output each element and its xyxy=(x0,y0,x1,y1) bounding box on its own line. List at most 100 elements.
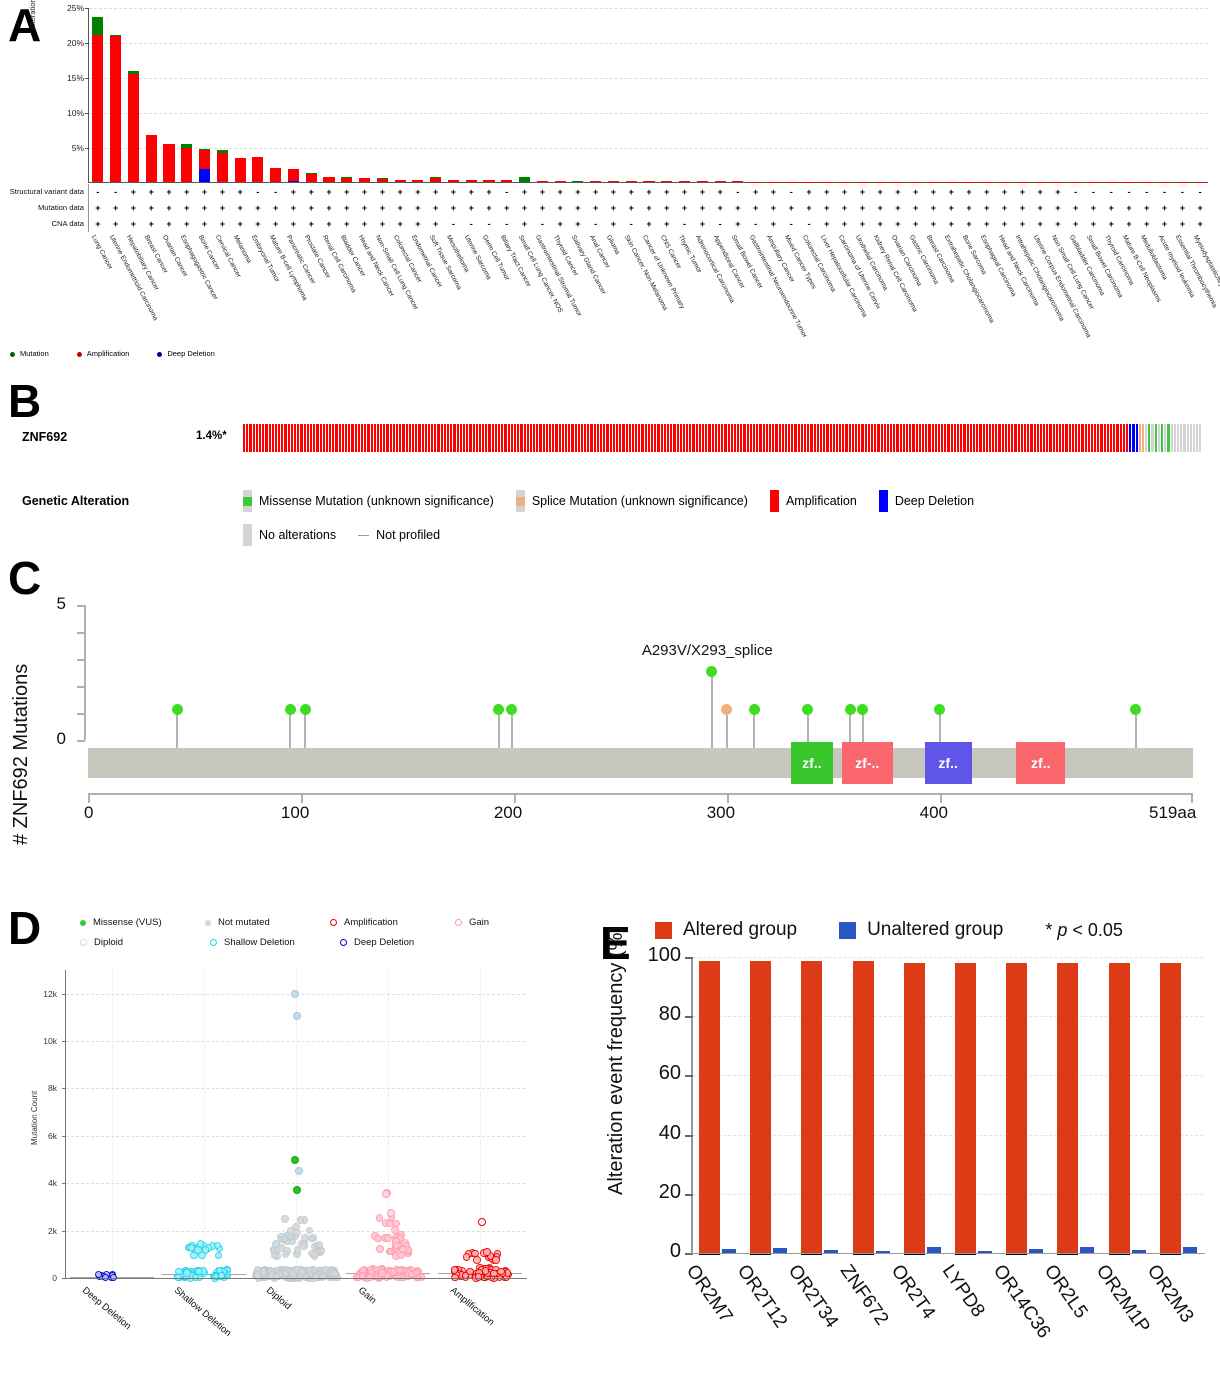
bar-segment-amplification xyxy=(394,180,406,182)
y-tick-label: 40 xyxy=(658,1121,681,1144)
table-row xyxy=(341,177,353,182)
bar-altered-group[interactable] xyxy=(1057,962,1079,1253)
bar-altered-group[interactable] xyxy=(801,961,823,1253)
oncoprint-sample-tick xyxy=(411,424,415,452)
protein-domain[interactable]: zf.. xyxy=(924,742,972,784)
bar-group xyxy=(795,957,846,1255)
y-tick-mark xyxy=(77,605,85,607)
availability-cell: + xyxy=(859,203,865,213)
bar-segment-amplification xyxy=(679,181,691,182)
table-row xyxy=(625,181,637,182)
bar-segment-amplification xyxy=(376,178,388,182)
bar-altered-group[interactable] xyxy=(903,962,925,1253)
bar-altered-group[interactable] xyxy=(1108,962,1130,1253)
scatter-point xyxy=(300,1242,308,1250)
oncoprint-sample-tick xyxy=(1145,424,1148,452)
legend-item: Gain xyxy=(455,917,580,928)
bar-altered-group[interactable] xyxy=(852,961,874,1253)
oncoprint-sample-tick xyxy=(1011,424,1014,452)
availability-cell: - xyxy=(754,219,758,229)
legend-label: Mutation xyxy=(20,349,49,358)
oncoprint-sample-tick xyxy=(1103,424,1106,452)
y-tick-mark xyxy=(62,1041,66,1043)
lollipop-head[interactable] xyxy=(1130,704,1141,715)
oncoprint-sample-tick xyxy=(552,424,555,452)
availability-cell: + xyxy=(521,203,528,213)
scatter-point xyxy=(393,1241,401,1250)
availability-cell: + xyxy=(770,187,777,197)
oncoprint-sample-tick xyxy=(1014,424,1017,452)
legend-label: Not mutated xyxy=(218,917,270,928)
x-axis-category-label: Salivary Gland Cancer xyxy=(569,234,607,296)
oncoprint-sample-tick xyxy=(915,424,918,452)
legend-label: No alterations xyxy=(259,528,337,542)
oncoprint-sample-tick xyxy=(482,424,485,452)
bar-segment-amplification xyxy=(234,158,246,182)
bar-altered-group[interactable] xyxy=(750,961,772,1253)
availability-cell: + xyxy=(1144,219,1150,229)
scatter-point-notable xyxy=(295,1167,303,1176)
oncoprint-sample-tick xyxy=(944,424,947,452)
y-tick-mark xyxy=(77,659,85,661)
oncoprint-sample-tick xyxy=(431,424,434,452)
oncoprint-sample-tick xyxy=(421,424,424,452)
availability-cell: + xyxy=(1001,203,1008,213)
scatter-point xyxy=(296,1216,305,1224)
panel-a-alteration-frequency: A Alteration Frequency 25%20%15%10%5% Lu… xyxy=(0,0,1220,375)
oncoprint-sample-tick xyxy=(380,424,383,452)
lollipop-stem xyxy=(510,710,513,748)
protein-domain[interactable]: zf.. xyxy=(790,742,834,784)
availability-cell: - xyxy=(1091,187,1095,197)
oncoprint-sample-tick xyxy=(262,424,265,452)
availability-cell: + xyxy=(1179,203,1185,213)
bar-segment-amplification xyxy=(465,179,477,182)
bar-altered-group[interactable] xyxy=(1159,962,1181,1253)
availability-cell: + xyxy=(148,219,154,229)
oncoprint-sample-tick xyxy=(408,424,411,452)
table-row xyxy=(465,179,477,182)
availability-cell: + xyxy=(966,187,972,197)
lollipop-head[interactable] xyxy=(284,704,296,715)
lollipop-head[interactable] xyxy=(748,704,760,715)
availability-cell: + xyxy=(184,203,190,213)
availability-cell: + xyxy=(593,187,599,197)
bar-altered-group[interactable] xyxy=(1006,962,1028,1253)
y-tick-label: 5% xyxy=(71,143,84,153)
oncoprint-sample-tick xyxy=(287,424,290,452)
scatter-point xyxy=(474,1273,483,1281)
availability-cell: - xyxy=(807,219,811,229)
bar-segment-amplification xyxy=(252,156,264,182)
availability-cell: - xyxy=(96,187,100,197)
oncoprint-sample-tick xyxy=(941,424,944,452)
oncoprint-sample-tick xyxy=(749,424,752,452)
oncoprint-sample-tick xyxy=(772,424,775,452)
oncoprint-sample-tick xyxy=(373,424,376,452)
oncoprint-sample-tick xyxy=(619,424,622,452)
x-tick-mark xyxy=(726,795,729,803)
x-tick-label: 400 xyxy=(919,803,948,822)
availability-cell: - xyxy=(505,219,509,229)
oncoprint-sample-tick xyxy=(622,424,625,452)
legend-label: Deep Deletion xyxy=(167,349,215,358)
x-axis-category-label: Shallow Deletion xyxy=(171,1285,234,1339)
scatter-point xyxy=(376,1245,384,1253)
protein-domain[interactable]: zf.. xyxy=(1016,742,1066,784)
oncoprint-sample-tick xyxy=(947,424,950,452)
bar-altered-group[interactable] xyxy=(955,962,976,1253)
availability-cell: + xyxy=(326,219,332,229)
bar-altered-group[interactable] xyxy=(699,961,720,1253)
availability-cell: + xyxy=(326,187,332,197)
lollipop-head[interactable] xyxy=(171,704,183,715)
oncoprint-sample-tick xyxy=(348,424,351,452)
availability-cell: + xyxy=(184,187,190,197)
oncoprint-sample-tick xyxy=(1161,424,1164,452)
availability-cell: + xyxy=(913,203,919,213)
scatter-point xyxy=(311,1250,319,1259)
oncoprint-sample-tick xyxy=(1030,424,1033,452)
lollipop-head[interactable] xyxy=(299,704,311,715)
protein-domain[interactable]: zf-.. xyxy=(841,742,893,784)
oncoprint-sample-tick xyxy=(1027,424,1030,452)
oncoprint-sample-tick xyxy=(577,424,580,452)
oncoprint-sample-tick xyxy=(297,424,300,452)
lollipop-head[interactable] xyxy=(844,704,856,715)
